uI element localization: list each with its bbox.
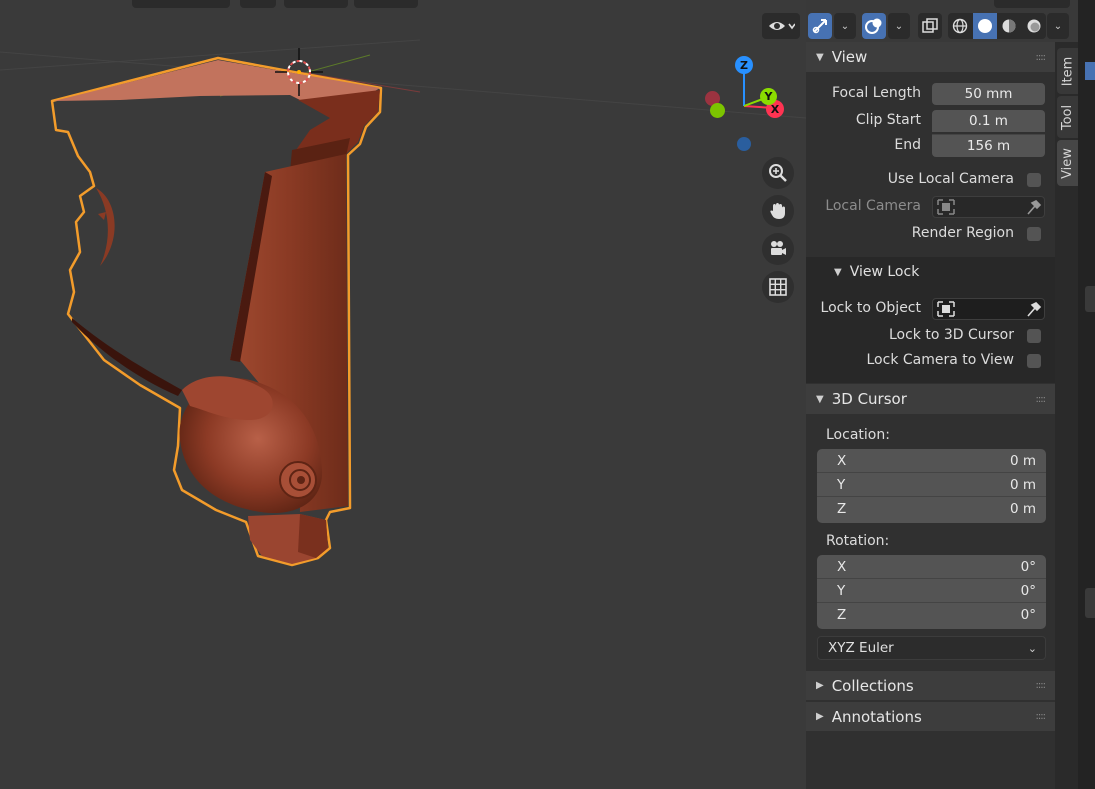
location-x-field[interactable]: X0 m — [817, 449, 1046, 473]
rotation-vector: X 0° Y 0° Z 0° — [817, 555, 1046, 629]
solid-shading-icon[interactable] — [972, 13, 997, 39]
view-lock-title: View Lock — [849, 264, 920, 280]
drag-grip-icon[interactable]: :::: — [1036, 394, 1047, 405]
wireframe-shading-icon[interactable] — [948, 13, 973, 39]
clip-start-label: Clip Start — [855, 112, 921, 128]
rotation-mode-dropdown[interactable]: XYZ Euler ⌄ — [817, 636, 1046, 660]
rendered-shading-icon[interactable] — [1022, 13, 1047, 39]
object-icon — [937, 199, 955, 215]
gizmo-axis-y[interactable]: Y — [760, 88, 777, 105]
gizmo-axis-neg-z[interactable] — [737, 137, 751, 151]
material-shading-icon[interactable] — [997, 13, 1022, 39]
focal-length-label: Focal Length — [831, 85, 921, 101]
xray-icon[interactable] — [918, 13, 942, 39]
collapse-arrow-icon: ▼ — [834, 266, 842, 278]
clip-end-label: End — [894, 137, 921, 153]
shading-mode-group — [948, 13, 1046, 39]
tab-item[interactable]: Item — [1057, 48, 1078, 94]
rotation-z-field[interactable]: Z 0° — [817, 603, 1046, 627]
object-icon — [937, 301, 955, 317]
adjacent-editor-accent — [1085, 62, 1095, 80]
eye-icon[interactable] — [762, 13, 800, 39]
expand-arrow-icon: ▶ — [816, 680, 824, 691]
focal-length-field[interactable]: 50 mm — [932, 83, 1045, 105]
rotation-label: Rotation: — [826, 533, 890, 549]
overlays-dropdown-chevron-icon[interactable]: ⌄ — [888, 13, 910, 39]
clip-start-field[interactable]: 0.1 m — [932, 110, 1045, 132]
render-region-label: Render Region — [911, 225, 1014, 241]
eyedropper-icon[interactable] — [1026, 300, 1042, 318]
location-label: Location: — [826, 427, 890, 443]
rotation-x-field[interactable]: X 0° — [817, 555, 1046, 579]
lock-camera-to-view-label: Lock Camera to View — [866, 352, 1015, 368]
annotations-panel-title: Annotations — [831, 707, 922, 726]
pan-hand-icon[interactable] — [762, 195, 794, 227]
ortho-grid-icon[interactable] — [762, 271, 794, 303]
gizmo-dropdown-chevron-icon[interactable]: ⌄ — [834, 13, 856, 39]
expand-arrow-icon: ▶ — [816, 711, 824, 722]
overlays-icon[interactable] — [862, 13, 886, 39]
3d-viewport[interactable]: Z X Y — [0, 0, 806, 789]
transform-gizmo-icon[interactable] — [808, 13, 832, 39]
clip-end-field[interactable]: 156 m — [932, 134, 1045, 157]
eyedropper-icon[interactable] — [1026, 198, 1042, 216]
3d-cursor-panel-title: 3D Cursor — [831, 390, 907, 408]
drag-grip-icon[interactable]: :::: — [1036, 711, 1047, 722]
lock-to-object-label: Lock to Object — [820, 300, 921, 316]
rotation-y-field[interactable]: Y 0° — [817, 579, 1046, 603]
tab-view[interactable]: View — [1057, 140, 1078, 186]
chevron-down-icon: ⌄ — [1027, 641, 1037, 655]
header-stub-right[interactable] — [994, 0, 1070, 8]
shading-dropdown-chevron-icon[interactable]: ⌄ — [1047, 13, 1069, 39]
lock-to-3d-cursor-label: Lock to 3D Cursor — [888, 327, 1014, 343]
render-region-checkbox[interactable] — [1027, 227, 1041, 241]
location-z-field[interactable]: Z0 m — [817, 497, 1046, 521]
view-lock-header[interactable]: ▼ View Lock — [806, 262, 1055, 282]
drag-grip-icon[interactable]: :::: — [1036, 680, 1047, 691]
collections-panel-title: Collections — [831, 676, 914, 695]
lock-camera-to-view-checkbox[interactable] — [1027, 354, 1041, 368]
collapse-arrow-icon: ▼ — [816, 393, 824, 405]
adjacent-editor-notch[interactable] — [1085, 588, 1095, 618]
collapse-arrow-icon: ▼ — [816, 51, 824, 63]
location-vector: X0 m Y0 m Z0 m — [817, 449, 1046, 523]
drag-grip-icon[interactable]: :::: — [1036, 52, 1047, 63]
3d-cursor-panel-header[interactable]: ▼ 3D Cursor :::: — [806, 384, 1055, 414]
view-panel-header[interactable]: ▼ View :::: — [806, 42, 1055, 72]
gizmo-axis-z[interactable]: Z — [735, 56, 753, 74]
gizmo-axis-neg-y[interactable] — [710, 103, 725, 118]
use-local-camera-checkbox[interactable] — [1027, 173, 1041, 187]
model-viewport-drawing — [0, 39, 806, 567]
adjacent-editor-strip — [1078, 0, 1095, 789]
zoom-icon[interactable] — [762, 157, 794, 189]
annotations-panel-header[interactable]: ▶ Annotations :::: — [806, 702, 1055, 731]
lock-to-3d-cursor-checkbox[interactable] — [1027, 329, 1041, 343]
camera-icon[interactable] — [762, 233, 794, 265]
adjacent-editor-notch[interactable] — [1085, 286, 1095, 312]
tab-tool[interactable]: Tool — [1057, 96, 1078, 138]
view-panel-title: View — [831, 48, 868, 66]
collections-panel-header[interactable]: ▶ Collections :::: — [806, 671, 1055, 700]
use-local-camera-label: Use Local Camera — [887, 171, 1014, 187]
local-camera-label: Local Camera — [825, 198, 921, 214]
location-y-field[interactable]: Y0 m — [817, 473, 1046, 497]
